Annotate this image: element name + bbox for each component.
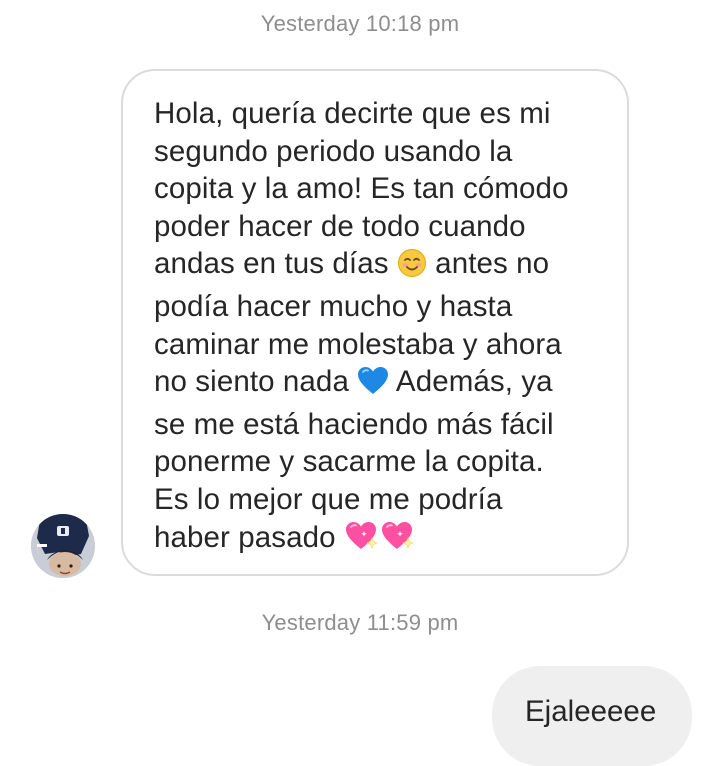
- sparkling-heart-emoji-icon: [380, 520, 416, 562]
- sender-avatar[interactable]: [31, 514, 95, 578]
- outgoing-message-bubble[interactable]: Ejaleeeee: [492, 666, 692, 766]
- timestamp: Yesterday 11:59 pm: [261, 610, 459, 635]
- timestamp: Yesterday 10:18 pm: [260, 11, 460, 36]
- outgoing-message-text: Ejaleeeee: [525, 695, 657, 728]
- incoming-message-text: Hola, quería decirte que es mi segundo p…: [154, 95, 607, 561]
- sparkling-heart-emoji-icon: [344, 520, 380, 562]
- profile-photo-icon: [31, 514, 95, 578]
- incoming-message-bubble[interactable]: Hola, quería decirte que es mi segundo p…: [121, 69, 629, 576]
- smiling-face-with-smiling-eyes-emoji-icon: [397, 248, 427, 288]
- blue-heart-emoji-icon: [357, 366, 389, 406]
